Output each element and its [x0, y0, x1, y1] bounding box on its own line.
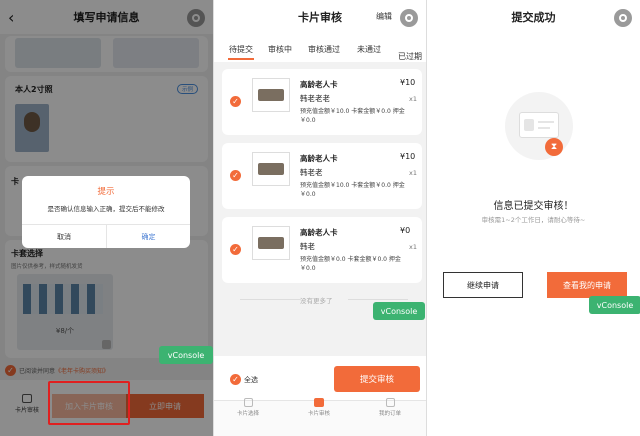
- tab-approved[interactable]: 审核通过: [308, 44, 340, 55]
- tab-expired-clip: 已过期: [398, 44, 425, 63]
- submit-success-screen: 提交成功 ⧗ 信息已提交审核！ 审核需1~2个工作日，请耐心等待~ 继续申请 查…: [426, 0, 640, 436]
- vconsole-button[interactable]: vConsole: [159, 346, 213, 364]
- view-my-applications-button[interactable]: 查看我的申请: [547, 272, 627, 298]
- edit-button[interactable]: 编辑: [376, 11, 392, 22]
- item-price: ¥0: [400, 226, 411, 235]
- nav-bar: 提交成功: [427, 0, 640, 34]
- success-headline: 信息已提交审核！: [493, 201, 574, 212]
- dialog-title: 提示: [97, 187, 115, 197]
- item-qty: x1: [409, 243, 417, 251]
- item-holder: 韩老: [300, 242, 315, 251]
- tab-pending[interactable]: 待提交: [229, 44, 253, 55]
- highlight-box: [48, 381, 130, 425]
- capsule-menu-icon[interactable]: [400, 9, 418, 27]
- id-card-icon: [519, 112, 559, 138]
- card-review-icon: [314, 398, 324, 407]
- item-checkbox[interactable]: ✓: [230, 170, 241, 181]
- item-price: ¥10: [400, 78, 416, 87]
- page-title: 提交成功: [511, 11, 556, 24]
- item-detail: 预充值金额￥10.0 卡套金额￥0.0 押金￥0.0: [300, 182, 405, 198]
- tab-indicator: [228, 58, 254, 60]
- card-select-icon: [243, 398, 253, 407]
- vconsole-button[interactable]: vConsole: [589, 296, 640, 314]
- hourglass-icon: ⧗: [545, 138, 563, 156]
- item-detail: 预充值金额￥0.0 卡套金额￥0.0 押金￥0.0: [300, 256, 401, 272]
- tab-rejected[interactable]: 未通过: [357, 44, 381, 55]
- tab-card-review[interactable]: 卡片审核: [299, 398, 339, 417]
- select-all-checkbox[interactable]: ✓: [230, 374, 241, 385]
- success-illustration: ⧗: [505, 92, 573, 160]
- item-detail: 预充值金额￥10.0 卡套金额￥0.0 押金￥0.0: [300, 108, 405, 124]
- tab-card-select-label: 卡片选择: [236, 411, 259, 417]
- item-qty: x1: [409, 169, 417, 177]
- item-qty: x1: [409, 95, 417, 103]
- item-checkbox[interactable]: ✓: [230, 244, 241, 255]
- item-holder: 韩老老: [300, 168, 323, 177]
- divider: [348, 299, 408, 300]
- tab-card-select[interactable]: 卡片选择: [228, 398, 268, 417]
- item-price: ¥10: [400, 152, 416, 161]
- success-subtitle: 审核需1~2个工作日，请耐心等待~: [481, 216, 586, 224]
- card-thumbnail: [252, 226, 290, 260]
- item-name: 高龄老人卡: [300, 154, 338, 163]
- capsule-menu-icon[interactable]: [614, 9, 632, 27]
- item-holder: 韩老老老: [300, 94, 330, 103]
- submit-review-button[interactable]: 提交审核: [334, 366, 420, 392]
- tab-card-review-label: 卡片审核: [307, 411, 330, 417]
- select-all-label[interactable]: 全选: [244, 375, 258, 385]
- dialog-cancel-button[interactable]: 取消: [22, 225, 106, 248]
- confirm-dialog: 提示 是否确认信息输入正确，提交后不能修改 取消 确定: [22, 176, 190, 248]
- continue-apply-button[interactable]: 继续申请: [443, 272, 523, 298]
- tab-expired[interactable]: 已过期: [398, 52, 422, 61]
- tab-my-orders-label: 我的订单: [378, 411, 401, 417]
- card-thumbnail: [252, 152, 290, 186]
- orders-icon: [385, 398, 395, 407]
- item-name: 高龄老人卡: [300, 228, 338, 237]
- no-more-text: 没有更多了: [300, 297, 333, 305]
- dialog-message: 是否确认信息输入正确，提交后不能修改: [47, 205, 165, 213]
- card-thumbnail: [252, 78, 290, 112]
- item-checkbox[interactable]: ✓: [230, 96, 241, 107]
- dialog-confirm-button[interactable]: 确定: [107, 225, 190, 248]
- page-title: 卡片审核: [298, 11, 342, 24]
- tab-reviewing[interactable]: 审核中: [268, 44, 292, 55]
- item-name: 高龄老人卡: [300, 80, 338, 89]
- divider: [240, 299, 300, 300]
- vconsole-button[interactable]: vConsole: [373, 302, 425, 320]
- tab-my-orders[interactable]: 我的订单: [370, 398, 410, 417]
- apply-form-screen: ‹ 填写申请信息 本人2寸照 示例 卡 卡套选择 图片仅供参考，样式随机发货 ¥…: [0, 0, 213, 436]
- nav-bar: 卡片审核 编辑: [214, 0, 426, 34]
